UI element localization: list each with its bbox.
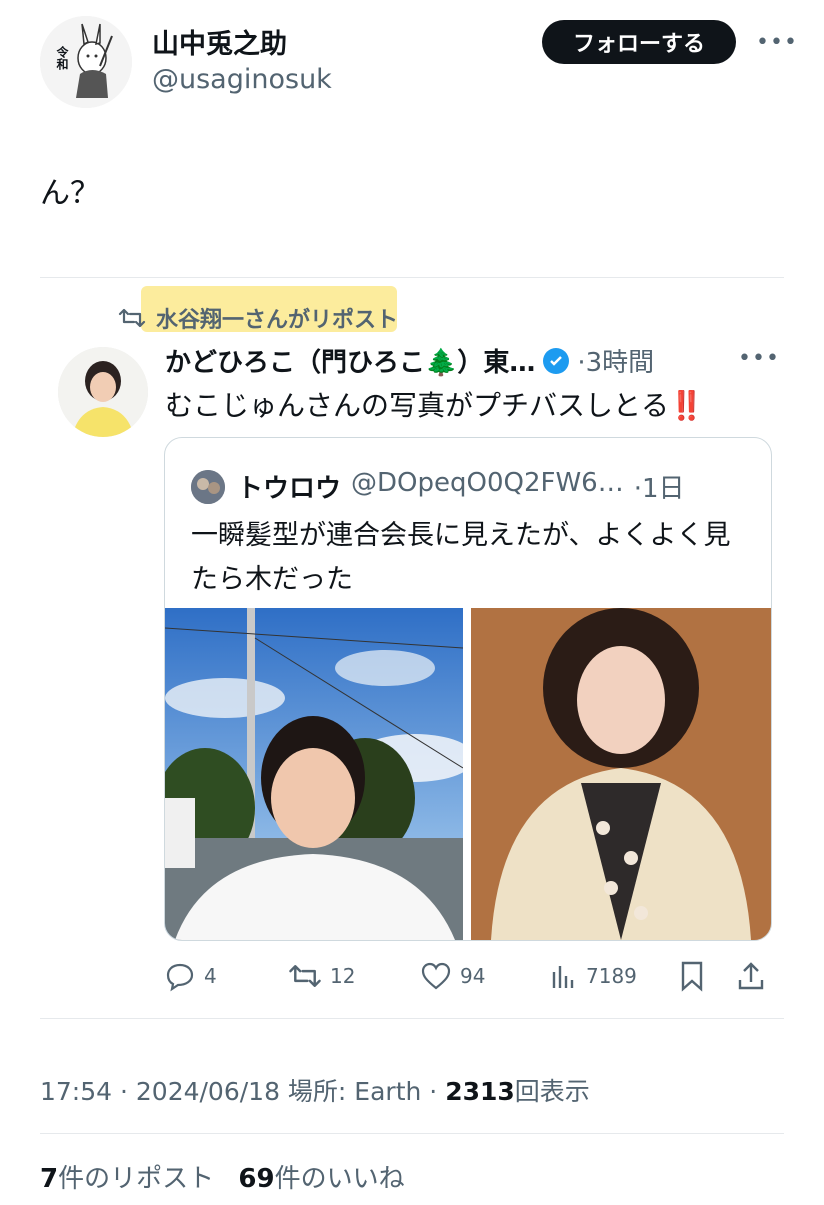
- selfie-under-sky-photo: [165, 608, 463, 940]
- tweet-view-label: 回表示: [514, 1077, 590, 1106]
- quoted-author-handle: @DOpeqO0Q2FW6…: [351, 468, 624, 498]
- tweet-view-count: 2313: [445, 1077, 515, 1106]
- woman-in-cardigan-photo: [471, 608, 771, 940]
- repost-icon: [289, 965, 321, 987]
- repost-icon: [118, 308, 146, 328]
- reposts-stat-count: 7: [40, 1164, 59, 1194]
- quoted-tweet-header: トウロウ @DOpeqO0Q2FW6… ·1日: [237, 468, 685, 505]
- author-name[interactable]: 山中兎之助: [152, 22, 287, 61]
- reposted-tweet-header: かどひろこ（門ひろこ🌲）東… ·3時間: [165, 342, 654, 379]
- view-count: 7189: [586, 964, 637, 988]
- like-button[interactable]: 94: [420, 961, 485, 991]
- reposted-tweet-text: むこじゅんさんの写真がプチバスしとる‼️: [165, 389, 704, 422]
- reposts-stat[interactable]: 7件のリポスト: [40, 1164, 214, 1194]
- quoted-tweet-text: 一瞬髪型が連合会長に見えたが、よくよく見たら木だった: [191, 520, 731, 595]
- quoted-author-avatar: [191, 470, 225, 504]
- like-count: 94: [460, 964, 486, 988]
- repost-indicator-text: 水谷翔一さんがリポスト: [156, 308, 399, 333]
- likes-stat-count: 69: [238, 1164, 275, 1194]
- repost-indicator[interactable]: 水谷翔一さんがリポスト: [118, 302, 398, 334]
- engagement-stats: 7件のリポスト 69件のいいね: [40, 1158, 405, 1195]
- tweet-meta: 17:54 · 2024/06/18 場所: Earth · 2313回表示: [40, 1072, 590, 1108]
- reposts-stat-label: 件のリポスト: [58, 1164, 215, 1194]
- divider: [40, 1133, 784, 1134]
- quoted-photo-right[interactable]: [471, 608, 771, 940]
- heart-icon: [421, 962, 451, 990]
- likes-stat[interactable]: 69件のいいね: [238, 1164, 404, 1194]
- share-button[interactable]: [736, 960, 766, 997]
- woman-portrait-photo: [58, 347, 148, 437]
- verified-badge-icon: [543, 347, 570, 374]
- reposted-tweet-time[interactable]: ·3時間: [577, 342, 654, 379]
- divider: [40, 277, 784, 278]
- author-handle[interactable]: @usaginosuk: [152, 64, 332, 95]
- reply-button[interactable]: 4: [164, 960, 217, 992]
- tweet-action-bar: 4 12 94 7189: [164, 956, 774, 996]
- quoted-tweet-time: ·1日: [633, 474, 685, 504]
- bookmark-button[interactable]: [678, 960, 706, 997]
- reposted-author-avatar[interactable]: [58, 347, 148, 437]
- quoted-tweet-card[interactable]: トウロウ @DOpeqO0Q2FW6… ·1日 一瞬髪型が連合会長に見えたが、よ…: [164, 437, 772, 941]
- repost-count: 12: [330, 964, 356, 988]
- avatar-lettering: 令和: [55, 46, 69, 70]
- share-icon: [738, 962, 764, 990]
- tweet-timestamp[interactable]: 17:54 · 2024/06/18 場所: Earth ·: [40, 1077, 445, 1106]
- views-button[interactable]: 7189: [550, 962, 637, 990]
- bookmark-icon: [681, 961, 703, 992]
- author-avatar[interactable]: 令和: [40, 16, 132, 108]
- reply-count: 4: [204, 964, 217, 988]
- quoted-author-name: トウロウ: [237, 474, 342, 504]
- divider: [40, 1018, 784, 1019]
- likes-stat-label: 件のいいね: [274, 1164, 405, 1194]
- reposted-more-icon[interactable]: •••: [738, 346, 780, 371]
- tweet-text: ん？: [40, 176, 100, 211]
- more-options-icon[interactable]: •••: [756, 30, 798, 55]
- repost-button[interactable]: 12: [288, 961, 355, 991]
- follow-button[interactable]: フォローする: [542, 20, 736, 64]
- reposted-author-name[interactable]: かどひろこ（門ひろこ🌲）東…: [165, 342, 535, 379]
- quoted-photo-left[interactable]: [165, 608, 463, 940]
- reply-icon: [166, 963, 194, 992]
- analytics-icon: [552, 966, 574, 988]
